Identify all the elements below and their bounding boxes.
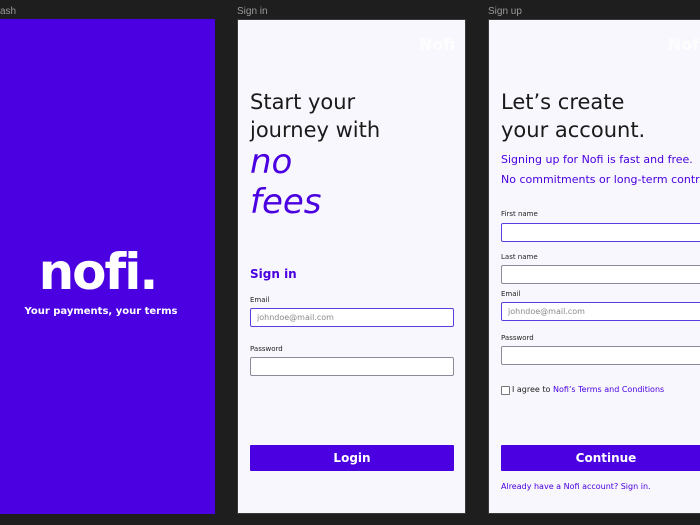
splash-tagline: Your payments, your terms [24, 306, 178, 317]
terms-prefix: I agree to [512, 385, 553, 394]
headline-line: journey with [250, 118, 381, 142]
accent-line: fees [250, 182, 322, 222]
email-label: Email [501, 290, 521, 298]
headline-line: Let’s create [501, 90, 625, 114]
first-name-label: First name [501, 210, 538, 218]
password-field[interactable] [501, 346, 700, 365]
corner-brand: Nofi [418, 35, 455, 54]
frame-title-signup: Sign up [488, 6, 522, 17]
first-name-field[interactable] [501, 223, 700, 242]
terms-agreement: I agree to Nofi’s Terms and Conditions [512, 385, 664, 394]
signin-frame: Nofi Start your journey with no fees Sig… [237, 19, 466, 514]
signup-headline: Let’s create your account. [501, 88, 645, 144]
headline-accent: no fees [250, 142, 322, 222]
last-name-label: Last name [501, 253, 538, 261]
signin-section-title: Sign in [250, 267, 297, 281]
email-label: Email [250, 296, 270, 304]
email-field[interactable]: johndoe@mail.com [501, 302, 700, 321]
password-label: Password [501, 334, 534, 342]
email-field[interactable]: johndoe@mail.com [250, 308, 454, 327]
frame-title-splash: ash [0, 6, 17, 17]
terms-checkbox[interactable] [501, 386, 510, 395]
password-label: Password [250, 345, 283, 353]
password-field[interactable] [250, 357, 454, 376]
frame-title-signin: Sign in [237, 6, 268, 17]
nofi-logo: nofi. [38, 243, 159, 301]
terms-link[interactable]: Nofi’s Terms and Conditions [553, 385, 664, 394]
login-button[interactable]: Login [250, 445, 454, 471]
continue-button[interactable]: Continue [501, 445, 700, 471]
signup-subtitle: No commitments or long-term contracts. [501, 173, 700, 186]
headline-line: Start your [250, 90, 356, 114]
signin-headline: Start your journey with [250, 88, 380, 144]
splash-frame: nofi. Your payments, your terms [0, 19, 215, 514]
accent-line: no [250, 142, 293, 182]
corner-brand: Nofi [667, 35, 700, 54]
signin-link[interactable]: Already have a Nofi account? Sign in. [501, 482, 651, 491]
signup-frame: Nofi Let’s create your account. Signing … [488, 19, 700, 514]
signup-subtitle: Signing up for Nofi is fast and free. [501, 153, 693, 166]
headline-line: your account. [501, 118, 646, 142]
last-name-field[interactable] [501, 265, 700, 284]
